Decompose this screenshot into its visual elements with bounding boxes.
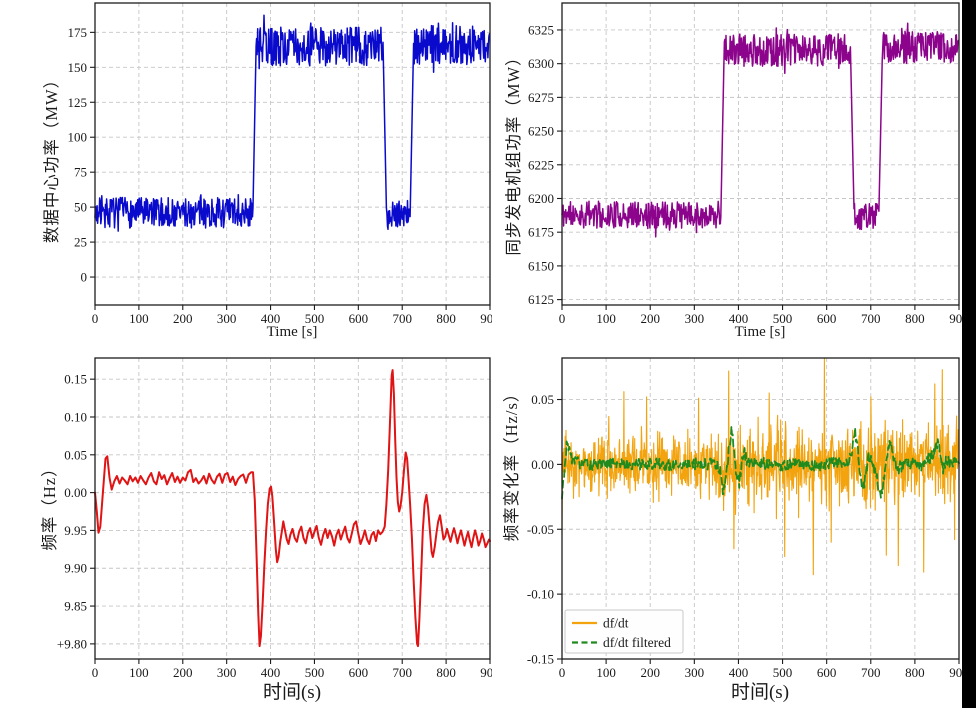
svg-text:9.95: 9.95 [64, 523, 87, 538]
tick-labels: 0100200300400500600700800900612561506175… [528, 22, 969, 326]
svg-text:125: 125 [68, 95, 88, 110]
svg-text:100: 100 [129, 311, 149, 326]
x-axis-label-rocof: 时间(s) [660, 677, 860, 704]
tick-marks [90, 32, 490, 310]
grid-lines [95, 358, 490, 659]
svg-text:800: 800 [905, 311, 925, 326]
tick-marks [557, 30, 959, 310]
x-axis-label-dc-power: Time [s] [192, 324, 392, 341]
x-axis-label-sg-power: Time [s] [660, 324, 860, 341]
svg-text:-0.10: -0.10 [527, 587, 554, 602]
chart-dc-power: 0100200300400500600700800900025507510012… [0, 0, 492, 352]
svg-text:9.90: 9.90 [64, 561, 87, 576]
svg-text:6275: 6275 [528, 90, 554, 105]
chart-rocof: 01002003004005006007008009000.050.00-0.0… [492, 354, 976, 708]
svg-text:6325: 6325 [528, 22, 554, 37]
svg-text:0: 0 [559, 665, 566, 680]
svg-text:0.15: 0.15 [64, 372, 87, 387]
svg-text:6300: 6300 [528, 56, 554, 71]
svg-text:800: 800 [436, 665, 456, 680]
svg-text:50: 50 [74, 200, 87, 215]
svg-text:700: 700 [861, 311, 881, 326]
svg-text:800: 800 [905, 665, 925, 680]
svg-text:100: 100 [129, 665, 149, 680]
svg-text:700: 700 [392, 665, 412, 680]
frequency-line [95, 370, 490, 646]
legend-box: df/dt df/dt filtered [565, 610, 683, 653]
svg-text:0.00: 0.00 [64, 485, 87, 500]
svg-text:200: 200 [640, 311, 660, 326]
svg-text:6225: 6225 [528, 157, 554, 172]
chart-sg-power: 0100200300400500600700800900612561506175… [492, 0, 976, 352]
svg-text:700: 700 [392, 311, 412, 326]
svg-text:150: 150 [68, 60, 88, 75]
svg-text:0: 0 [92, 665, 99, 680]
svg-text:75: 75 [74, 165, 87, 180]
svg-text:6150: 6150 [528, 258, 554, 273]
svg-text:200: 200 [173, 311, 193, 326]
plot-border [95, 358, 490, 659]
svg-text:-0.05: -0.05 [527, 522, 554, 537]
svg-text:700: 700 [861, 665, 881, 680]
right-edge-black-strip [962, 0, 976, 708]
y-axis-label-frequency: 频率（Hz） [39, 345, 61, 665]
tick-labels: 0100200300400500600700800900025507510012… [68, 25, 493, 326]
figure-canvas: 0100200300400500600700800900025507510012… [0, 0, 976, 708]
svg-text:175: 175 [68, 25, 88, 40]
sg-power-line [562, 23, 959, 237]
svg-text:df/dt filtered: df/dt filtered [603, 635, 671, 650]
svg-text:100: 100 [596, 665, 616, 680]
svg-text:0.05: 0.05 [64, 447, 87, 462]
svg-text:900: 900 [480, 665, 492, 680]
chart-frequency: 01002003004005006007008009000.150.100.05… [0, 354, 492, 708]
svg-text:200: 200 [640, 665, 660, 680]
svg-text:200: 200 [173, 665, 193, 680]
dc-power-line [95, 15, 490, 231]
y-axis-label-dc-power: 数据中心功率（MW） [41, 0, 63, 317]
x-axis-label-frequency: 时间(s) [192, 677, 392, 704]
svg-text:9.85: 9.85 [64, 599, 87, 614]
svg-text:0.10: 0.10 [64, 409, 87, 424]
svg-text:800: 800 [436, 311, 456, 326]
svg-text:6200: 6200 [528, 191, 554, 206]
svg-text:0: 0 [559, 311, 566, 326]
y-axis-label-sg-power: 同步发电机组功率（MW） [503, 0, 525, 312]
svg-text:0: 0 [92, 311, 99, 326]
svg-text:25: 25 [74, 235, 87, 250]
y-axis-label-rocof: 频率变化率（Hz/s） [501, 303, 523, 623]
svg-text:+9.80: +9.80 [57, 636, 87, 651]
svg-text:-0.15: -0.15 [527, 652, 554, 667]
svg-text:0.00: 0.00 [531, 457, 554, 472]
svg-text:0.05: 0.05 [531, 392, 554, 407]
svg-text:0: 0 [81, 270, 88, 285]
svg-text:6125: 6125 [528, 292, 554, 307]
svg-text:6250: 6250 [528, 124, 554, 139]
svg-text:6175: 6175 [528, 225, 554, 240]
svg-text:df/dt: df/dt [603, 616, 629, 631]
svg-text:100: 100 [68, 130, 88, 145]
svg-text:100: 100 [596, 311, 616, 326]
svg-text:900: 900 [480, 311, 492, 326]
